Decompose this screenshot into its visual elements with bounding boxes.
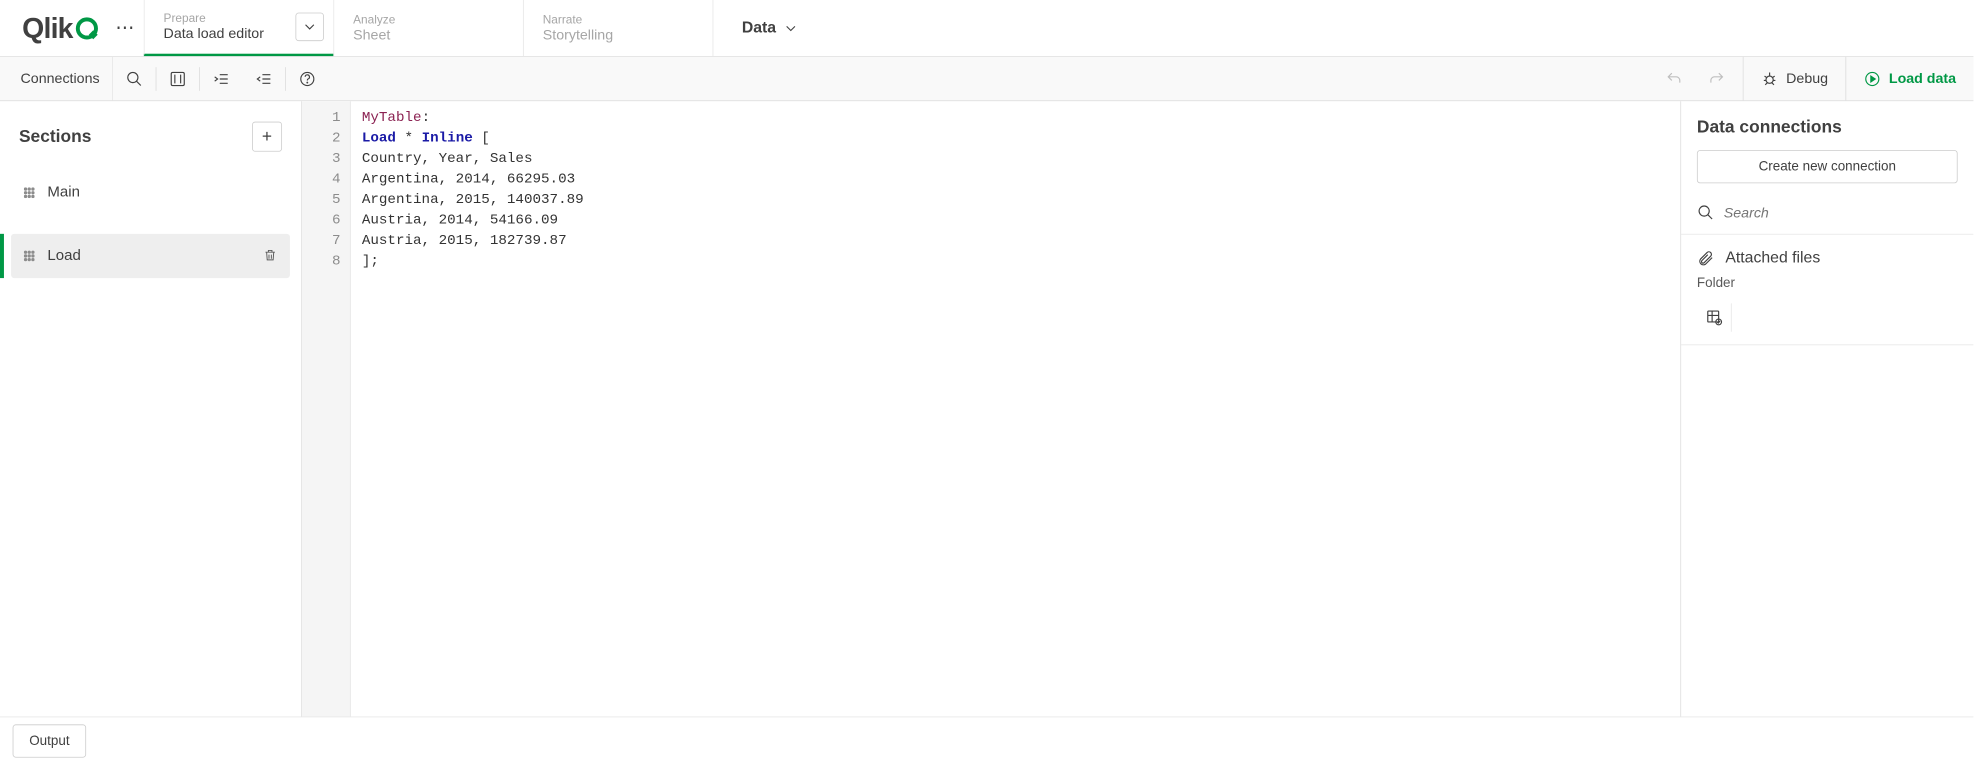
output-button[interactable]: Output (13, 724, 87, 757)
debug-button[interactable]: Debug (1743, 57, 1846, 100)
sections-panel: Sections + Main Load (0, 101, 302, 716)
connections-label: Connections (21, 70, 100, 87)
redo-icon (1708, 70, 1725, 87)
tab-analyze[interactable]: Analyze Sheet (333, 0, 523, 56)
attached-files-label: Attached files (1725, 249, 1820, 267)
output-label: Output (29, 733, 69, 748)
tab-analyze-label-top: Analyze (353, 13, 504, 26)
code-content[interactable]: MyTable:Load * Inline [Country, Year, Sa… (351, 101, 1681, 716)
help-icon (299, 70, 316, 87)
qlik-logo: Qlik (22, 11, 98, 44)
grip-icon (24, 250, 35, 261)
logo-area: Qlik ⋯ (0, 0, 144, 56)
connection-search-input[interactable] (1724, 204, 1958, 221)
tab-prepare-label-bottom: Data load editor (164, 25, 315, 42)
tab-narrate-label-bottom: Storytelling (543, 26, 694, 43)
load-data-label: Load data (1889, 70, 1956, 87)
data-connections-title: Data connections (1681, 101, 1973, 150)
add-section-button[interactable]: + (252, 122, 282, 152)
tab-prepare-dropdown[interactable] (295, 13, 323, 41)
tab-prepare[interactable]: Prepare Data load editor (144, 0, 334, 56)
redo-button[interactable] (1695, 70, 1738, 87)
data-dropdown-label: Data (742, 19, 776, 37)
data-connections-panel: Data connections Create new connection A… (1681, 101, 1973, 716)
delete-section-button[interactable] (263, 247, 277, 265)
section-name: Main (47, 184, 277, 201)
sections-title: Sections (19, 126, 91, 147)
main-area: Sections + Main Load 12345678 MyTable:Lo… (0, 101, 1973, 716)
toolbar: Connections Debug Load data (0, 57, 1973, 101)
data-dropdown[interactable]: Data (713, 0, 825, 56)
connections-toggle[interactable]: Connections (0, 57, 113, 100)
footer: Output (0, 717, 1973, 764)
top-nav: Qlik ⋯ Prepare Data load editor Analyze … (0, 0, 1973, 57)
tab-narrate-label-top: Narrate (543, 13, 694, 26)
debug-label: Debug (1786, 70, 1828, 87)
attachment-icon (1697, 249, 1714, 266)
chevron-down-icon (304, 21, 315, 32)
load-data-button[interactable]: Load data (1845, 57, 1973, 100)
search-icon (126, 70, 143, 87)
outdent-button[interactable] (243, 57, 286, 100)
create-connection-button[interactable]: Create new connection (1697, 150, 1958, 183)
select-data-button[interactable] (1697, 303, 1732, 331)
connection-search (1681, 196, 1973, 235)
indent-icon (213, 70, 230, 87)
create-connection-label: Create new connection (1759, 159, 1896, 175)
search-button[interactable] (113, 57, 156, 100)
grip-icon (24, 187, 35, 198)
more-icon[interactable]: ⋯ (115, 17, 134, 40)
tab-analyze-label-bottom: Sheet (353, 26, 504, 43)
section-item-main[interactable]: Main (11, 171, 290, 215)
folder-label: Folder (1681, 275, 1973, 299)
play-circle-icon (1864, 70, 1881, 87)
trash-icon (263, 247, 277, 263)
attached-files-row[interactable]: Attached files (1681, 235, 1973, 275)
comment-button[interactable] (156, 57, 199, 100)
help-button[interactable] (286, 57, 329, 100)
table-select-icon (1705, 309, 1722, 326)
search-icon (1697, 204, 1714, 221)
indent-button[interactable] (200, 57, 243, 100)
section-item-load[interactable]: Load (11, 234, 290, 278)
line-gutter: 12345678 (302, 101, 351, 716)
comment-icon (169, 70, 186, 87)
tab-narrate[interactable]: Narrate Storytelling (523, 0, 713, 56)
code-editor[interactable]: 12345678 MyTable:Load * Inline [Country,… (302, 101, 1681, 716)
undo-icon (1665, 70, 1682, 87)
chevron-down-icon (786, 23, 797, 34)
tab-prepare-label-top: Prepare (164, 12, 315, 25)
section-name: Load (47, 247, 250, 264)
outdent-icon (255, 70, 272, 87)
bug-icon (1761, 70, 1778, 87)
undo-button[interactable] (1653, 70, 1696, 87)
